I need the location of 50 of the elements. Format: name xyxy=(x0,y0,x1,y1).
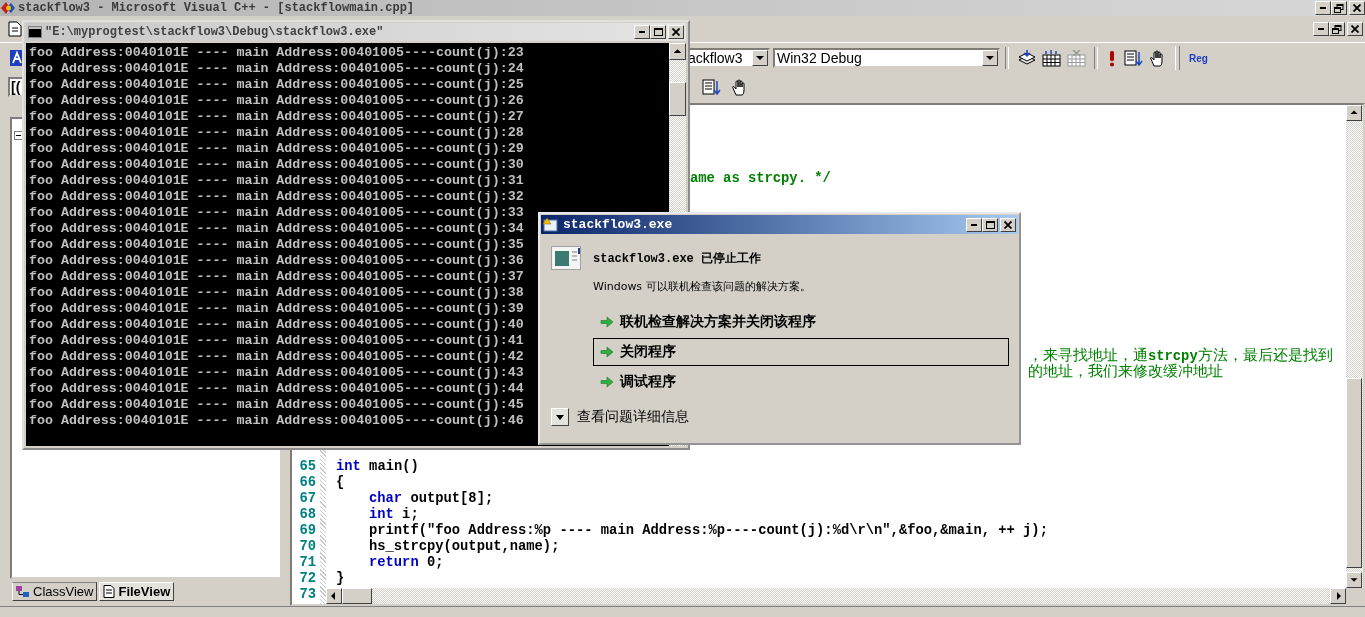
line-number: 71 xyxy=(298,555,317,571)
code-line: return 0; xyxy=(369,555,444,571)
console-line: foo Address:0040101E ---- main Address:00401005----count(j):30 xyxy=(29,157,524,173)
code-line: } xyxy=(336,571,345,587)
console-line: foo Address:0040101E ---- main Address:00401005----count(j):28 xyxy=(29,125,524,141)
window-title: stackflow3 - Microsoft Visual C++ - [stackflowmain.cpp] xyxy=(18,1,416,15)
code-line: int main() xyxy=(336,459,419,475)
console-line: foo Address:0040101E ---- main Address:00401005----count(j):26 xyxy=(29,93,524,109)
code-line: { xyxy=(336,475,345,491)
line-number: 66 xyxy=(298,475,317,491)
line-number: 73 xyxy=(298,587,317,603)
code-line: printf("foo Address:%p ---- main Address:%p----count(j):%d\r\n",&foo,&main, ++ j); xyxy=(369,523,1048,539)
dialog-message: Windows 可以联机检查该问题的解决方案。 xyxy=(593,279,812,294)
console-line: foo Address:0040101E ---- main Address:00401005----count(j):32 xyxy=(29,189,524,205)
console-line: foo Address:0040101E ---- main Address:00401005----count(j):41 xyxy=(29,333,524,349)
details-label: 查看问题详细信息 xyxy=(577,408,689,426)
console-title: "E:\myprogtest\stackflow3\Debug\stackflow3.exe" xyxy=(45,25,385,39)
code-line: hs_strcpy(output,name); xyxy=(369,539,560,555)
console-line: foo Address:0040101E ---- main Address:00401005----count(j):37 xyxy=(29,269,524,285)
code-comment: 的地址，我们来修改缓冲地址 xyxy=(1028,363,1223,379)
dialog-title: stackflow3.exe xyxy=(563,217,674,232)
console-line: foo Address:0040101E ---- main Address:00401005----count(j):43 xyxy=(29,365,524,381)
line-number: 69 xyxy=(298,523,317,539)
dialog-heading: stackflow3.exe 已停止工作 xyxy=(593,250,762,267)
console-line: foo Address:0040101E ---- main Address:00401005----count(j):23 xyxy=(29,45,524,61)
console-line: foo Address:0040101E ---- main Address:00401005----count(j):42 xyxy=(29,349,524,365)
line-number: 68 xyxy=(298,507,317,523)
console-line: foo Address:0040101E ---- main Address:00401005----count(j):27 xyxy=(29,109,524,125)
code-comment: ame as strcpy. */ xyxy=(690,171,831,187)
console-line: foo Address:0040101E ---- main Address:00401005----count(j):40 xyxy=(29,317,524,333)
code-line: char output[8]; xyxy=(369,491,494,507)
console-line: foo Address:0040101E ---- main Address:00401005----count(j):45 xyxy=(29,397,524,413)
console-line: foo Address:0040101E ---- main Address:00401005----count(j):39 xyxy=(29,301,524,317)
console-line: foo Address:0040101E ---- main Address:00401005----count(j):38 xyxy=(29,285,524,301)
console-line: foo Address:0040101E ---- main Address:00401005----count(j):29 xyxy=(29,141,524,157)
code-line: int i; xyxy=(369,507,419,523)
line-number: 65 xyxy=(298,459,317,475)
console-line: foo Address:0040101E ---- main Address:00401005----count(j):44 xyxy=(29,381,524,397)
line-number: 67 xyxy=(298,491,317,507)
console-line: foo Address:0040101E ---- main Address:00401005----count(j):46 xyxy=(29,413,524,429)
console-line: foo Address:0040101E ---- main Address:00401005----count(j):25 xyxy=(29,77,524,93)
code-comment: ，来寻找地址，通strcpy方法，最后还是找到 xyxy=(1028,347,1333,363)
console-line: foo Address:0040101E ---- main Address:00401005----count(j):24 xyxy=(29,61,524,77)
console-line: foo Address:0040101E ---- main Address:00401005----count(j):36 xyxy=(29,253,524,269)
line-number: 72 xyxy=(298,571,317,587)
console-line: foo Address:0040101E ---- main Address:00401005----count(j):35 xyxy=(29,237,524,253)
console-line: foo Address:0040101E ---- main Address:00401005----count(j):33 xyxy=(29,205,524,221)
console-line: foo Address:0040101E ---- main Address:00401005----count(j):34 xyxy=(29,221,524,237)
console-line: foo Address:0040101E ---- main Address:00401005----count(j):31 xyxy=(29,173,524,189)
line-number: 70 xyxy=(298,539,317,555)
